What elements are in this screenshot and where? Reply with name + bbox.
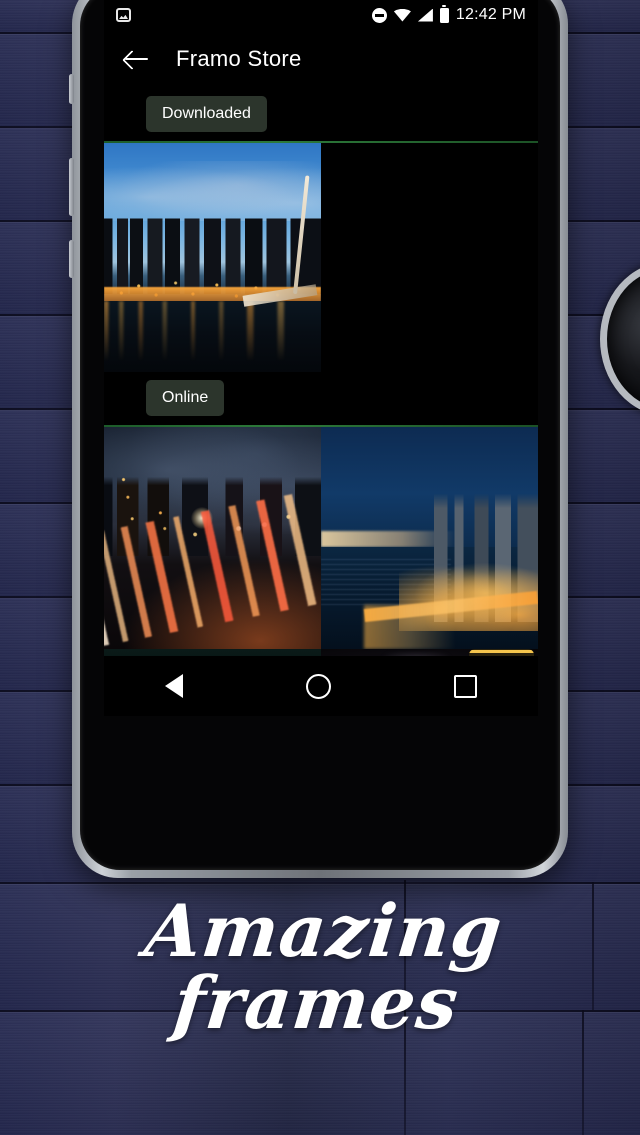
promo-caption: Amazing frames	[141, 888, 507, 1045]
downloaded-grid	[104, 143, 538, 372]
status-bar-clock: 12:42 PM	[455, 6, 526, 23]
section-header-online: Online	[104, 372, 538, 416]
status-bar: 12:42 PM	[104, 0, 538, 30]
city-skyline-dusk-thumbnail	[104, 143, 321, 372]
nav-home-icon[interactable]	[305, 673, 331, 699]
app-bar: Framo Store	[104, 30, 538, 88]
highway-light-trails-thumbnail	[104, 427, 321, 649]
section-header-downloaded: Downloaded	[104, 88, 538, 132]
harbour-night-thumbnail	[321, 427, 538, 649]
android-navigation-bar	[104, 656, 538, 716]
power-button[interactable]	[69, 240, 74, 278]
wifi-icon	[393, 8, 411, 22]
frame-item-city-skyline-dusk[interactable]	[104, 143, 321, 372]
page-title: Framo Store	[176, 46, 302, 71]
frame-item-highway-light-trails[interactable]	[104, 427, 321, 649]
back-arrow-icon[interactable]	[122, 44, 152, 74]
sim-tray	[69, 74, 74, 104]
volume-button[interactable]	[69, 158, 74, 216]
battery-icon	[439, 5, 449, 23]
do-not-disturb-icon	[371, 7, 387, 23]
nav-back-icon[interactable]	[165, 674, 184, 698]
photo-notification-icon	[116, 8, 131, 22]
phone-screen: 12:42 PM Framo Store Downloaded Online	[104, 0, 538, 716]
section-chip-online[interactable]: Online	[146, 380, 225, 416]
downloaded-empty-slot	[321, 143, 538, 372]
signal-icon	[417, 8, 433, 22]
section-chip-downloaded[interactable]: Downloaded	[146, 96, 267, 132]
frame-item-harbour-night[interactable]	[321, 427, 538, 649]
nav-recents-icon[interactable]	[453, 674, 477, 698]
